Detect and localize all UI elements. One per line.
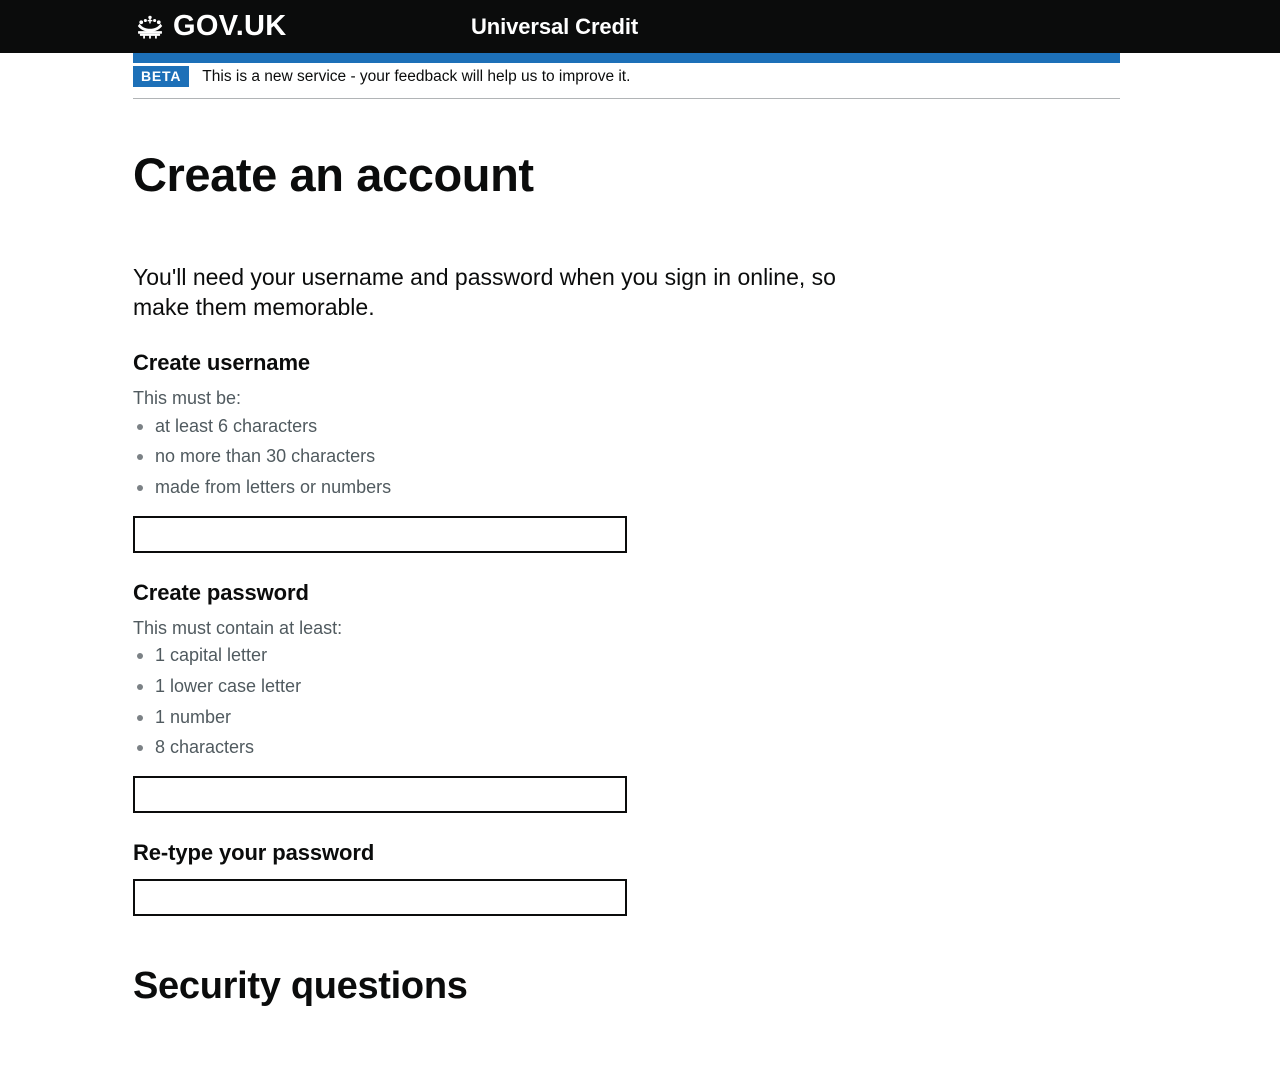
govuk-header: GOV.UK Universal Credit — [0, 0, 1280, 63]
password-input[interactable] — [133, 775, 627, 813]
username-hint-list: at least 6 characters no more than 30 ch… — [133, 416, 873, 499]
retype-password-heading: Re-type your password — [133, 839, 375, 865]
list-item: no more than 30 characters — [133, 446, 873, 468]
phase-banner-text: This is a new service - your feedback wi… — [202, 68, 631, 85]
list-item: 8 characters — [133, 737, 873, 759]
govuk-logo-text: GOV.UK — [173, 9, 287, 42]
list-item: 1 number — [133, 707, 873, 729]
password-hint-intro: This must contain at least: — [133, 617, 343, 638]
page-title: Create an account — [133, 148, 534, 202]
crown-icon — [137, 15, 163, 39]
govuk-logo-link[interactable]: GOV.UK — [133, 9, 287, 42]
list-item: 1 capital letter — [133, 645, 873, 667]
intro-paragraph: You'll need your username and password w… — [133, 263, 836, 321]
beta-badge: BETA — [133, 66, 190, 88]
header-inner: GOV.UK Universal Credit — [0, 0, 1280, 53]
create-password-heading: Create password — [133, 579, 309, 605]
service-name-link[interactable]: Universal Credit — [471, 14, 638, 40]
blue-accent-bar — [133, 53, 1120, 63]
username-hint-intro: This must be: — [133, 388, 242, 409]
main-content: Create an account You'll need your usern… — [0, 150, 1280, 1008]
create-username-heading: Create username — [133, 349, 311, 375]
security-questions-heading: Security questions — [133, 965, 468, 1008]
content-column: Create an account You'll need your usern… — [133, 150, 873, 1008]
list-item: 1 lower case letter — [133, 676, 873, 698]
password-hint-list: 1 capital letter 1 lower case letter 1 n… — [133, 645, 873, 758]
list-item: made from letters or numbers — [133, 477, 873, 499]
username-input[interactable] — [133, 515, 627, 553]
retype-password-input[interactable] — [133, 879, 627, 917]
list-item: at least 6 characters — [133, 416, 873, 438]
phase-banner: BETA This is a new service - your feedba… — [133, 66, 1120, 100]
